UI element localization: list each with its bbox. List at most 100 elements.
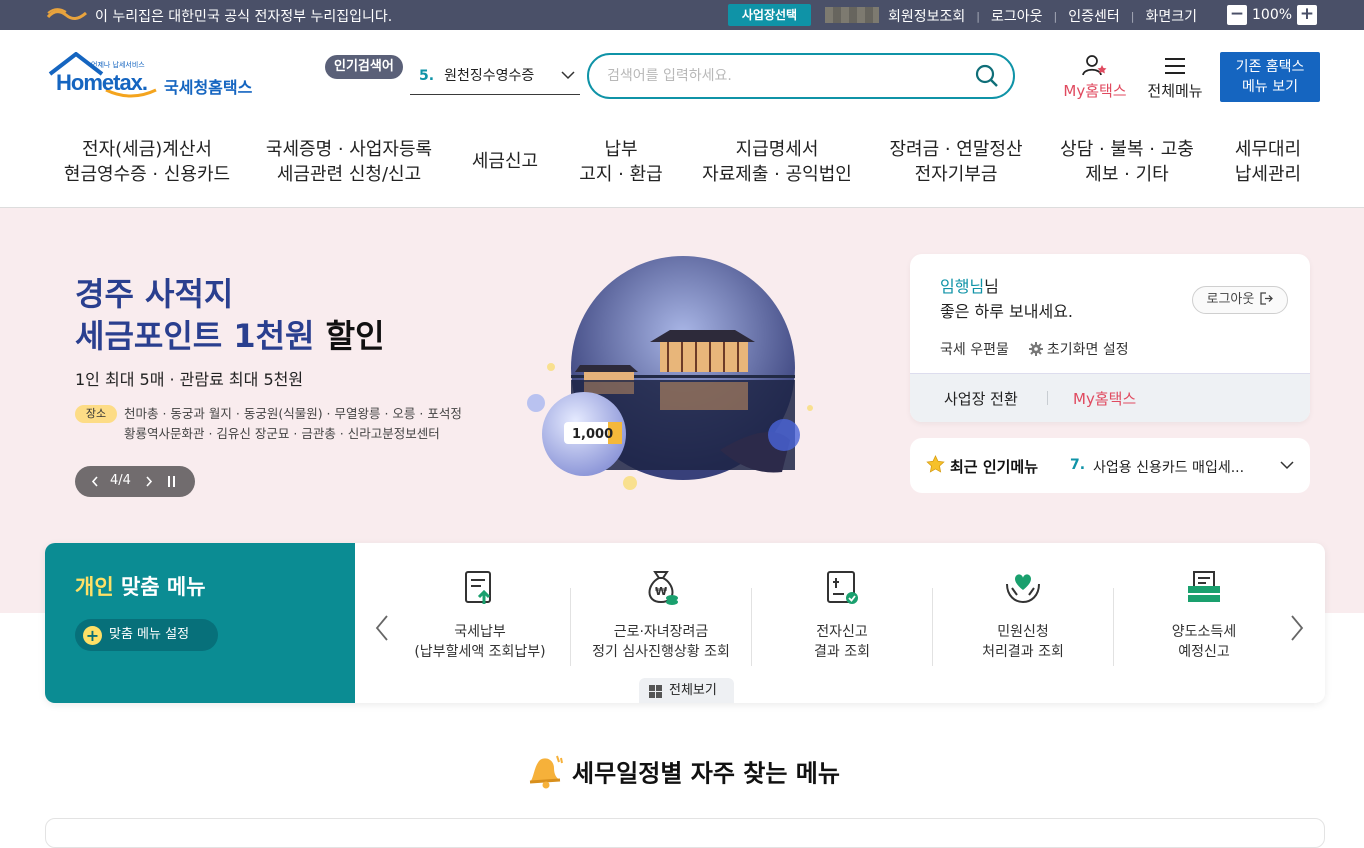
quick-menu-e-filing[interactable]: 전자신고 결과 조회: [752, 568, 932, 662]
hero-title[interactable]: 경주 사적지 세금포인트 1천원 할인: [75, 273, 385, 357]
logo-brand: Hometax.: [56, 70, 148, 95]
recent-item: 사업용 신용카드 매입세...: [1093, 460, 1245, 476]
nav-label: 납부: [604, 139, 638, 160]
top-links: 회원정보조회 | 로그아웃 | 인증센터 | 화면크기: [888, 6, 1197, 26]
nav-label: 납세관리: [1234, 164, 1302, 185]
card-my-hometax-link[interactable]: My홈택스: [1073, 388, 1136, 409]
card-logout-label: 로그아웃: [1206, 292, 1255, 307]
custom-menu-panel: 개인 맞춤 메뉴 + 맞춤 메뉴 설정 국세납부 (납부할세액 조회납부) ₩ 근…: [45, 543, 1325, 703]
my-hometax-label: My홈택스: [1063, 82, 1127, 100]
home-setting-link[interactable]: 초기화면 설정: [1028, 339, 1129, 359]
old-menu-line2: 메뉴 보기: [1242, 79, 1298, 95]
bell-icon: [529, 755, 563, 789]
slide-pager: 4/4: [75, 466, 195, 497]
quick-menu-label: 예정신고: [1178, 644, 1230, 660]
prev-slide-icon[interactable]: [91, 476, 99, 487]
popular-search-badge: 인기검색어: [325, 55, 403, 79]
gov-topbar: 이 누리집은 대한민국 공식 전자정부 누리집입니다. 사업장선택 회원정보조회…: [0, 0, 1364, 30]
zoom-out-button[interactable]: −: [1227, 5, 1247, 25]
old-hometax-menu-button[interactable]: 기존 홈택스 메뉴 보기: [1220, 52, 1320, 102]
zoom-level: 100%: [1252, 7, 1293, 23]
card-links: 국세 우편물 초기화면 설정: [940, 339, 1129, 359]
nav-label: 고지 · 환급: [579, 164, 663, 185]
zoom-in-button[interactable]: +: [1297, 5, 1318, 25]
custom-menu-header: 개인 맞춤 메뉴 + 맞춤 메뉴 설정: [45, 543, 355, 703]
nav-statement[interactable]: 지급명세서자료제출 · 공익법인: [702, 137, 852, 187]
all-menu-label: 전체메뉴: [1147, 82, 1203, 100]
all-menu-button[interactable]: 전체메뉴: [1144, 54, 1206, 101]
quick-menu-label: 민원신청: [997, 624, 1049, 640]
money-bag-icon: ₩: [648, 571, 678, 605]
quick-menu-civil[interactable]: 민원신청 처리결과 조회: [933, 568, 1113, 662]
home-setting-label: 초기화면 설정: [1046, 342, 1129, 358]
tax-mail-link[interactable]: 국세 우편물: [940, 339, 1009, 359]
nav-certificate[interactable]: 국세증명 · 사업자등록 세금관련 신청/신고: [266, 137, 432, 187]
tax-payment-icon: [465, 571, 491, 604]
card-logout-button[interactable]: 로그아웃: [1192, 286, 1288, 314]
schedule-panel: [45, 818, 1325, 848]
quick-menu-transfer-tax[interactable]: 양도소득세 예정신고: [1114, 568, 1294, 662]
nav-label: 상담 · 불복 · 고충: [1060, 139, 1194, 160]
hero-title-dark: 할인: [314, 317, 385, 355]
setting-label: 맞춤 메뉴 설정: [109, 627, 190, 642]
nav-consulting[interactable]: 상담 · 불복 · 고충 제보 · 기타: [1060, 137, 1194, 187]
search-input[interactable]: [607, 65, 947, 87]
prev-menu-arrow-icon[interactable]: [372, 613, 392, 643]
nav-e-invoice[interactable]: 전자(세금)계산서 현금영수증 · 신용카드: [64, 137, 230, 187]
greeting: 임행님님 좋은 하루 보내세요.: [940, 274, 1073, 324]
folder-document-icon: [1188, 571, 1220, 602]
main-navigation: 전자(세금)계산서 현금영수증 · 신용카드 국세증명 · 사업자등록 세금관련 신…: [0, 120, 1364, 208]
coin-label: 1,000: [572, 427, 613, 442]
logout-icon: [1260, 292, 1274, 305]
nav-label: 세금관련 신청/신고: [276, 164, 422, 185]
quick-menu-label: 전자신고: [816, 624, 868, 640]
gov-notice-text: 이 누리집은 대한민국 공식 전자정부 누리집입니다.: [95, 9, 393, 25]
chevron-down-icon: [1280, 461, 1294, 470]
nav-label: 지급명세서: [735, 139, 819, 160]
gear-icon: [1028, 342, 1043, 356]
nav-label: 전자(세금)계산서: [82, 139, 212, 160]
nav-label: 세무대리: [1234, 139, 1302, 160]
switch-business-link[interactable]: 사업장 전환: [944, 388, 1018, 409]
quick-menu-label: 정기 심사진행상황 조회: [592, 644, 730, 660]
quick-menu-incentive[interactable]: ₩ 근로·자녀장려금 정기 심사진행상황 조회: [571, 568, 751, 662]
grid-icon: [649, 685, 662, 698]
nav-incentive[interactable]: 장려금 · 연말정산 전자기부금: [889, 137, 1022, 187]
nav-label: 자료제출 · 공익법인: [702, 164, 852, 185]
e-filing-icon: [827, 571, 858, 604]
nav-tax-filing[interactable]: 세금신고: [472, 149, 538, 174]
divider: |: [976, 9, 980, 23]
quick-menu-label: 국세납부: [454, 624, 506, 640]
quick-menu-label: 처리결과 조회: [982, 644, 1064, 660]
view-all-label: 전체보기: [669, 683, 717, 698]
schedule-title: 세무일정별 자주 찾는 메뉴: [572, 759, 840, 788]
cert-center-link[interactable]: 인증센터: [1068, 6, 1120, 26]
hero-subtitle: 1인 최대 5매 · 관람료 최대 5천원: [75, 370, 304, 389]
title-rest: 맞춤 메뉴: [113, 575, 206, 599]
member-info-link[interactable]: 회원정보조회: [888, 6, 965, 26]
user-card: 임행님님 좋은 하루 보내세요. 로그아웃 국세 우편물 초기화면 설정 사업장…: [910, 254, 1310, 422]
recent-popular-menu[interactable]: 최근 인기메뉴 7. 사업용 신용카드 매입세...: [910, 438, 1310, 493]
hamburger-icon: [1165, 58, 1185, 74]
business-select-button[interactable]: 사업장선택: [728, 4, 811, 26]
quick-menu-tax-payment[interactable]: 국세납부 (납부할세액 조회납부): [390, 568, 570, 662]
view-all-button[interactable]: 전체보기: [639, 678, 734, 703]
pause-icon[interactable]: [167, 476, 176, 487]
custom-menu-setting-button[interactable]: + 맞춤 메뉴 설정: [75, 619, 218, 651]
logout-link[interactable]: 로그아웃: [991, 6, 1043, 26]
quick-menu-label: (납부할세액 조회납부): [414, 644, 546, 660]
title-highlight: 개인: [75, 575, 114, 599]
hometax-logo[interactable]: 언제나 납세서비스 Hometax. 국세청홈택스: [46, 51, 266, 104]
place-line: 황룡역사문화관 · 김유신 장군묘 · 금관총 · 신라고분정보센터: [124, 426, 440, 441]
slide-counter: 4/4: [110, 473, 131, 488]
nav-tax-agent[interactable]: 세무대리납세관리: [1235, 137, 1301, 187]
logo-name: 국세청홈택스: [164, 78, 253, 97]
divider: [1047, 391, 1048, 405]
popular-rank: 5.: [419, 68, 435, 84]
place-tag: 장소: [75, 405, 117, 423]
popular-search-select[interactable]: 5. 원천징수영수증: [410, 63, 580, 95]
next-slide-icon[interactable]: [145, 476, 153, 487]
nav-payment[interactable]: 납부고지 · 환급: [579, 137, 662, 187]
search-icon[interactable]: [975, 64, 999, 88]
my-hometax-button[interactable]: My홈택스: [1060, 54, 1130, 101]
